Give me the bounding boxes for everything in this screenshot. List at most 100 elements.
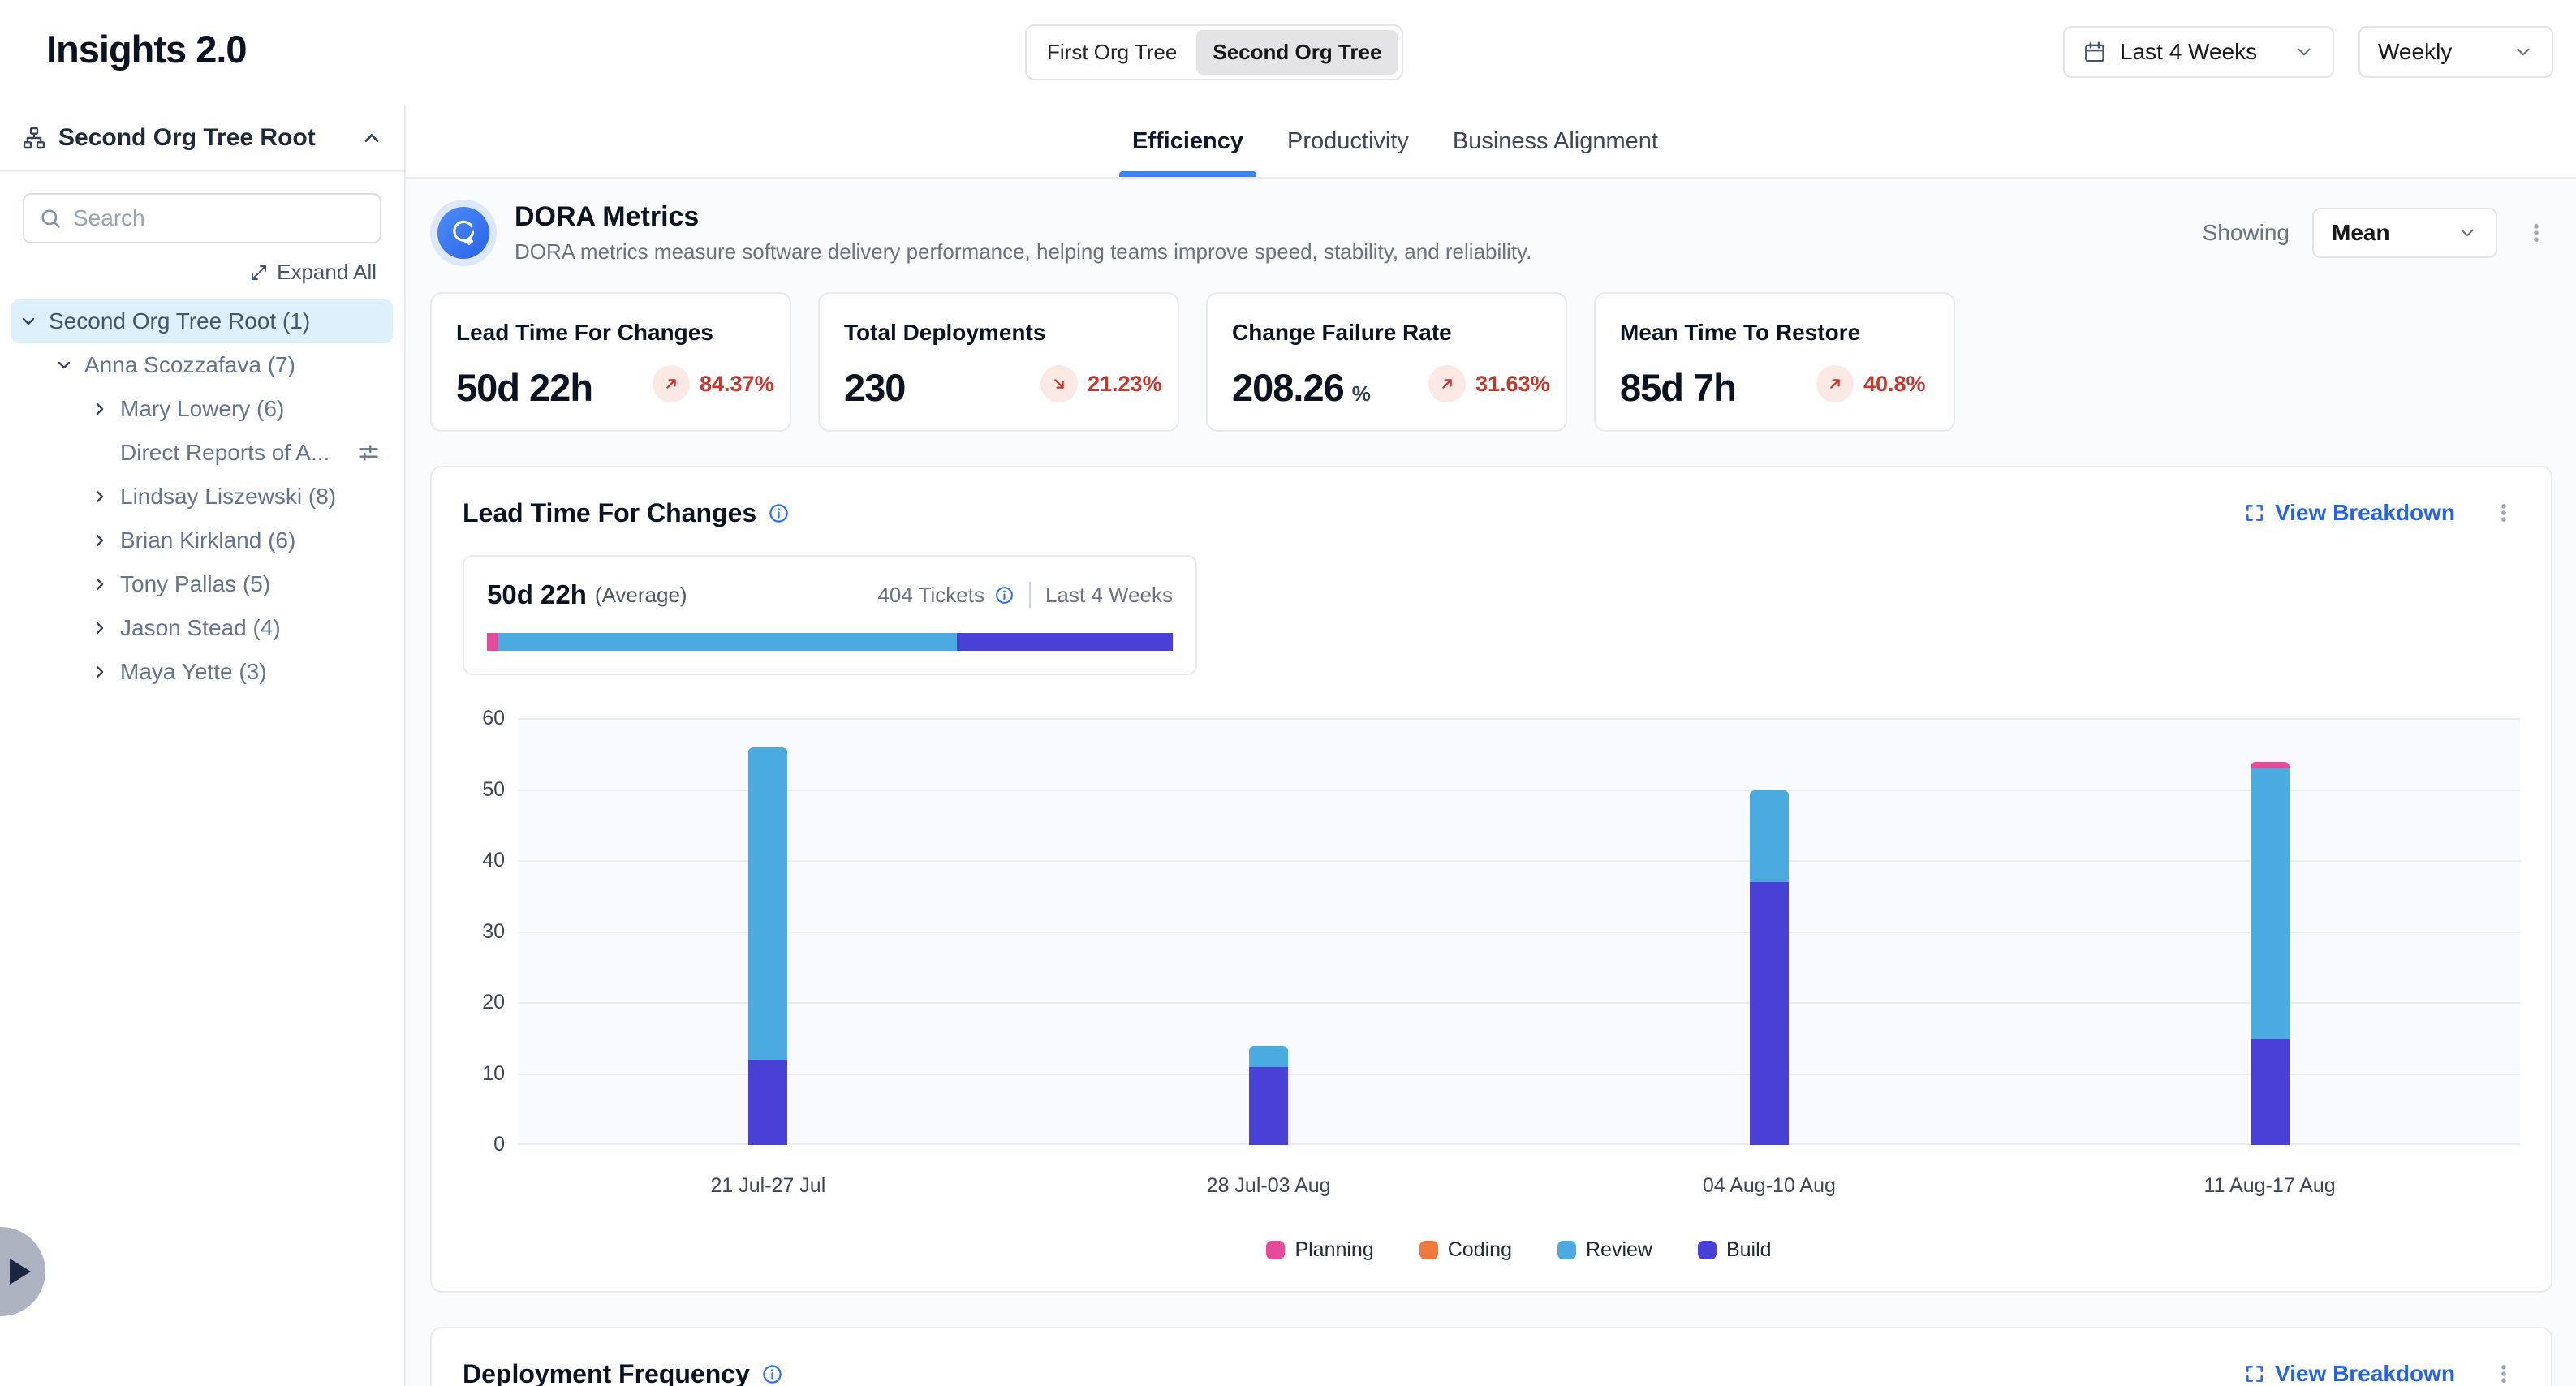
tree-item[interactable]: Maya Yette (3) bbox=[11, 650, 393, 694]
chevron-right-icon[interactable] bbox=[86, 575, 114, 594]
chevron-right-icon[interactable] bbox=[86, 531, 114, 550]
legend-item-coding[interactable]: Coding bbox=[1419, 1238, 1512, 1262]
legend-item-build[interactable]: Build bbox=[1698, 1238, 1772, 1262]
metric-card-value: 230 bbox=[844, 365, 905, 410]
trend-up-arrow-icon bbox=[1816, 365, 1854, 402]
date-range-select[interactable]: Last 4 Weeks bbox=[2063, 26, 2334, 78]
lead-time-summary-top: 50d 22h (Average) 404 Tickets Last 4 Wee… bbox=[487, 579, 1173, 610]
sidebar-collapse-chevron-up-icon[interactable] bbox=[360, 127, 383, 149]
phase-distribution-bar bbox=[487, 633, 1173, 651]
stacked-bar[interactable] bbox=[748, 747, 787, 1145]
filter-sliders-icon[interactable] bbox=[357, 441, 380, 464]
stacked-bar[interactable] bbox=[1750, 790, 1789, 1146]
x-tick-label: 04 Aug-10 Aug bbox=[1519, 1174, 2020, 1198]
info-icon[interactable] bbox=[768, 502, 790, 524]
lead-time-kebab-menu-icon[interactable] bbox=[2488, 497, 2520, 529]
header-controls: Last 4 Weeks Weekly bbox=[2063, 26, 2553, 78]
stacked-bar[interactable] bbox=[1249, 1046, 1288, 1146]
dora-kebab-menu-icon[interactable] bbox=[2520, 217, 2552, 249]
search-input[interactable] bbox=[73, 205, 366, 231]
legend-label: Build bbox=[1726, 1238, 1772, 1262]
bar-segment-review[interactable] bbox=[748, 747, 787, 1060]
delta-badge: 40.8% bbox=[1816, 365, 1926, 402]
org-tree-toggle: First Org Tree Second Org Tree bbox=[1025, 24, 1403, 80]
delta-value: 84.37% bbox=[700, 372, 774, 397]
sidebar-expand-handle[interactable] bbox=[0, 1227, 45, 1316]
tab-business-alignment[interactable]: Business Alignment bbox=[1450, 105, 1661, 177]
dora-controls: Showing Mean bbox=[2203, 208, 2552, 258]
chevron-down-icon[interactable] bbox=[50, 355, 78, 375]
bar-segment-review[interactable] bbox=[1750, 790, 1789, 883]
bar-segment-build[interactable] bbox=[1249, 1067, 1288, 1145]
lead-time-plot-wrap: 0102030405060 bbox=[518, 719, 2520, 1145]
chevron-right-icon[interactable] bbox=[86, 399, 114, 419]
expand-all-icon bbox=[249, 263, 269, 282]
tree-item[interactable]: Lindsay Liszewski (8) bbox=[11, 475, 393, 519]
tree-item[interactable]: Brian Kirkland (6) bbox=[11, 519, 393, 562]
bar-segment-build[interactable] bbox=[2251, 1039, 2290, 1145]
gridline bbox=[518, 790, 2520, 791]
toggle-second-org-tree[interactable]: Second Org Tree bbox=[1196, 30, 1398, 75]
tab-efficiency[interactable]: Efficiency bbox=[1129, 105, 1247, 177]
bar-segment-review[interactable] bbox=[2251, 768, 2290, 1039]
chevron-right-icon[interactable] bbox=[86, 662, 114, 682]
expand-all-button[interactable]: Expand All bbox=[0, 260, 377, 285]
gridline bbox=[518, 1074, 2520, 1075]
tree-item[interactable]: Mary Lowery (6) bbox=[11, 387, 393, 431]
info-icon[interactable] bbox=[994, 585, 1014, 605]
trend-up-arrow-icon bbox=[1428, 365, 1466, 402]
deployment-kebab-menu-icon[interactable] bbox=[2488, 1358, 2520, 1386]
phase-segment-build bbox=[957, 633, 1173, 651]
org-tree-list: Second Org Tree Root (1)Anna Scozzafava … bbox=[0, 299, 404, 694]
tree-item[interactable]: Jason Stead (4) bbox=[11, 606, 393, 650]
info-icon[interactable] bbox=[761, 1363, 783, 1385]
dora-icon-halo bbox=[430, 200, 497, 266]
bar-segment-build[interactable] bbox=[748, 1060, 787, 1145]
metric-card: Change Failure Rate208.26%31.63% bbox=[1206, 292, 1567, 432]
stacked-bar[interactable] bbox=[2251, 762, 2290, 1146]
gridline bbox=[518, 860, 2520, 862]
toggle-first-org-tree[interactable]: First Org Tree bbox=[1031, 30, 1193, 75]
bar-segment-planning[interactable] bbox=[2251, 762, 2290, 769]
tree-item[interactable]: Direct Reports of A... bbox=[11, 431, 393, 475]
gridline bbox=[518, 1002, 2520, 1004]
aggregation-select[interactable]: Mean bbox=[2312, 208, 2497, 258]
deployment-title: Deployment Frequency bbox=[463, 1359, 750, 1386]
tabs: Efficiency Productivity Business Alignme… bbox=[1129, 105, 1661, 177]
granularity-select[interactable]: Weekly bbox=[2358, 26, 2553, 78]
legend-item-planning[interactable]: Planning bbox=[1266, 1238, 1373, 1262]
delta-badge: 84.37% bbox=[653, 365, 774, 402]
content-scroll-area[interactable]: DORA Metrics DORA metrics measure softwa… bbox=[406, 179, 2576, 1386]
trend-down-arrow-icon bbox=[1040, 365, 1078, 402]
delta-badge: 31.63% bbox=[1428, 365, 1550, 402]
summary-range: Last 4 Weeks bbox=[1045, 583, 1173, 608]
legend-item-review[interactable]: Review bbox=[1557, 1238, 1652, 1262]
lead-time-average-value: 50d 22h bbox=[487, 579, 587, 610]
tree-item-label: Maya Yette (3) bbox=[120, 659, 267, 685]
tab-productivity[interactable]: Productivity bbox=[1284, 105, 1412, 177]
metric-card-value: 50d 22h bbox=[456, 365, 592, 410]
lead-time-view-breakdown[interactable]: View Breakdown bbox=[2244, 500, 2455, 526]
chevron-right-icon[interactable] bbox=[86, 487, 114, 506]
chevron-right-icon[interactable] bbox=[86, 618, 114, 638]
lead-time-average-qualifier: (Average) bbox=[595, 583, 687, 608]
tree-item[interactable]: Anna Scozzafava (7) bbox=[11, 343, 393, 387]
deployment-view-breakdown[interactable]: View Breakdown bbox=[2244, 1361, 2455, 1386]
sidebar-search[interactable] bbox=[23, 193, 381, 243]
tree-item[interactable]: Second Org Tree Root (1) bbox=[11, 299, 393, 343]
metric-card-suffix: % bbox=[1352, 381, 1371, 407]
tree-item-label: Brian Kirkland (6) bbox=[120, 527, 295, 553]
metric-card: Mean Time To Restore85d 7h40.8% bbox=[1594, 292, 1955, 432]
tree-item[interactable]: Tony Pallas (5) bbox=[11, 562, 393, 606]
tree-item-label: Mary Lowery (6) bbox=[120, 396, 284, 422]
chevron-down-icon bbox=[2457, 222, 2478, 243]
chevron-down-icon[interactable] bbox=[15, 312, 42, 331]
delta-value: 40.8% bbox=[1863, 372, 1926, 397]
tree-item-label: Lindsay Liszewski (8) bbox=[120, 484, 336, 510]
lead-time-plot: 0102030405060 bbox=[518, 719, 2520, 1145]
lead-time-panel: Lead Time For Changes bbox=[430, 466, 2552, 1293]
dora-subtitle: DORA metrics measure software delivery p… bbox=[515, 239, 1531, 265]
bar-segment-build[interactable] bbox=[1750, 882, 1789, 1145]
bar-segment-review[interactable] bbox=[1249, 1046, 1288, 1067]
legend-label: Planning bbox=[1294, 1238, 1373, 1262]
